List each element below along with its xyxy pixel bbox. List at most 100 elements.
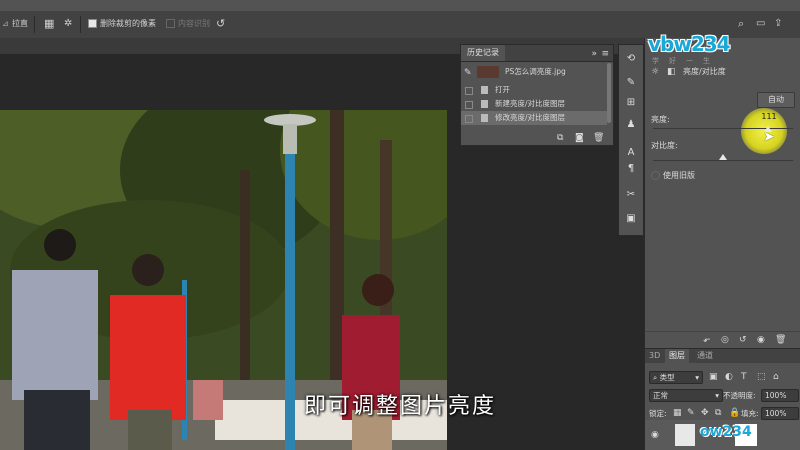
adjustments-icon[interactable]: ⊞ — [625, 97, 637, 109]
tab-3d[interactable]: 3D — [649, 349, 660, 363]
properties-title: 亮度/对比度 — [683, 67, 726, 76]
adjustment-layer-thumbnail — [675, 424, 695, 446]
lock-all-icon[interactable]: 🔒 — [729, 408, 740, 418]
history-source-box — [465, 101, 473, 109]
mask-icon[interactable]: ◧ — [667, 67, 676, 77]
filter-pixel-icon[interactable]: ▣ — [709, 372, 718, 382]
delete-cropped-checkbox[interactable]: 删除裁剪的像素 — [88, 17, 156, 31]
paragraph-icon[interactable]: ¶ — [625, 163, 637, 175]
new-document-from-state-icon[interactable]: ⧉ — [557, 133, 563, 143]
history-item[interactable]: 新建亮度/对比度图层 — [461, 97, 607, 111]
history-scrollbar[interactable] — [607, 63, 611, 123]
panel-tool-strip: ⟲ ✎ ⊞ ♟ A ¶ ✂ ▣ — [618, 44, 644, 236]
document-icon — [481, 86, 488, 94]
visibility-eye-icon[interactable]: ◉ — [651, 430, 659, 440]
trash-icon[interactable]: 🗑 — [593, 133, 604, 143]
trash-icon[interactable]: 🗑 — [775, 335, 786, 345]
contrast-slider-track[interactable] — [653, 160, 793, 161]
content-aware-checkbox[interactable]: 内容识别 — [166, 17, 210, 31]
properties-header: ☼ ◧ 亮度/对比度 — [645, 64, 800, 80]
delete-cropped-label: 删除裁剪的像素 — [100, 19, 156, 28]
checkbox-unchecked-icon — [166, 19, 175, 28]
history-panel-header: 历史记录 » ≡ — [461, 45, 613, 62]
opacity-input[interactable]: 100% — [761, 389, 799, 402]
tab-layers[interactable]: 图层 — [665, 349, 689, 363]
blend-mode-value: 正常 — [653, 391, 668, 400]
share-icon[interactable]: ⇪ — [774, 17, 782, 31]
blend-mode-select[interactable]: 正常 ▾ — [649, 389, 723, 402]
history-item-label: 新建亮度/对比度图层 — [495, 99, 566, 108]
document-icon — [481, 114, 488, 122]
lock-label: 锁定: — [649, 409, 667, 418]
straighten-button[interactable]: 拉直 — [12, 17, 28, 31]
reset-adjustment-icon[interactable]: ↺ — [739, 335, 747, 345]
character-icon[interactable]: A — [625, 147, 637, 159]
divider — [80, 16, 81, 33]
watermark-subtitle: 学好一生 — [652, 57, 720, 65]
workspace-icon[interactable]: ▭ — [756, 17, 765, 31]
history-panel-footer: ⧉ ◙ 🗑 — [461, 131, 611, 145]
history-source-box — [465, 87, 473, 95]
filter-adjustment-icon[interactable]: ◐ — [725, 372, 733, 382]
watermark-logo: vbw234 — [648, 32, 731, 56]
use-legacy-checkbox[interactable]: 使用旧版 — [651, 170, 695, 181]
tab-channels[interactable]: 通道 — [697, 349, 713, 363]
layer-filter-value: 类型 — [659, 373, 675, 382]
history-item-label: 修改亮度/对比度图层 — [495, 113, 566, 122]
properties-footer: ⬐ ◎ ↺ ◉ 🗑 — [645, 331, 800, 348]
filter-type-icon[interactable]: T — [741, 372, 747, 382]
brush-icon[interactable]: ✎ — [625, 77, 637, 89]
clip-to-layer-icon[interactable]: ⬐ — [703, 335, 711, 345]
history-panel-tab[interactable]: 历史记录 — [461, 45, 505, 61]
gear-icon[interactable]: ✲ — [64, 17, 72, 31]
chevron-down-icon: ▾ — [695, 373, 699, 382]
search-icon: ⌕ — [653, 373, 660, 382]
brightness-value[interactable]: 111 — [757, 112, 781, 121]
snapshot-thumbnail — [477, 66, 499, 78]
history-item[interactable]: 打开 — [461, 83, 607, 97]
reset-icon[interactable]: ↺ — [216, 17, 225, 31]
straighten-icon[interactable]: ⊿ — [2, 17, 9, 31]
opacity-value: 100% — [765, 391, 787, 400]
properties-and-layers-column: ☼ ◧ 亮度/对比度 自动 亮度: 111 ➤ 对比度: 使用旧版 ⬐ ◎ ↺ … — [644, 38, 800, 450]
use-legacy-label: 使用旧版 — [663, 171, 695, 180]
history-panel-icon[interactable]: ⟲ — [625, 53, 637, 65]
tool-presets-icon[interactable]: ✂ — [625, 189, 637, 201]
lock-transparent-icon[interactable]: ▦ — [673, 408, 682, 418]
camera-icon[interactable]: ◙ — [575, 133, 584, 143]
history-panel: 历史记录 » ≡ ✎ PS怎么调亮度.jpg 打开 新建亮度/对比度图层 修改亮… — [460, 44, 614, 146]
brush-source-icon: ✎ — [464, 68, 472, 78]
checkbox-unchecked-icon — [651, 171, 660, 180]
content-aware-label: 内容识别 — [178, 19, 210, 28]
fill-input[interactable]: 100% — [761, 407, 799, 420]
fill-label: 填充: — [741, 409, 759, 418]
visibility-eye-icon[interactable]: ◉ — [757, 335, 765, 345]
mouse-cursor-icon: ➤ — [763, 129, 775, 145]
grid-overlay-icon[interactable]: ▦ — [44, 17, 54, 31]
lock-image-icon[interactable]: ✎ — [687, 408, 695, 418]
contrast-slider-thumb[interactable] — [719, 154, 727, 160]
panel-menu-icon[interactable]: ≡ — [601, 49, 609, 59]
history-source-box — [465, 115, 473, 123]
menu-bar — [0, 0, 800, 11]
filter-shape-icon[interactable]: ⬚ — [757, 372, 766, 382]
document-icon — [481, 100, 488, 108]
lock-position-icon[interactable]: ✥ — [701, 408, 709, 418]
lock-artboard-icon[interactable]: ⧉ — [715, 408, 721, 418]
history-item-selected[interactable]: 修改亮度/对比度图层 — [461, 111, 607, 125]
layer-filter-select[interactable]: ⌕ 类型 ▾ — [649, 371, 703, 384]
opacity-label: 不透明度: — [723, 391, 756, 400]
filter-smart-object-icon[interactable]: ⌂ — [773, 372, 779, 382]
fill-value: 100% — [765, 409, 787, 418]
search-icon[interactable]: ⌕ — [738, 17, 744, 31]
layer-comps-icon[interactable]: ▣ — [625, 213, 637, 225]
collapse-icon[interactable]: » — [591, 49, 597, 59]
chevron-down-icon: ▾ — [715, 391, 719, 400]
auto-button[interactable]: 自动 — [757, 92, 795, 108]
view-previous-state-icon[interactable]: ◎ — [721, 335, 729, 345]
watermark-logo-text: vbw234 — [648, 32, 731, 56]
clone-source-icon[interactable]: ♟ — [625, 119, 637, 131]
history-snapshot[interactable]: ✎ PS怎么调亮度.jpg — [461, 63, 607, 81]
brightness-label: 亮度: — [651, 115, 670, 124]
layers-panel-tabs: 3D 图层 通道 — [645, 348, 800, 363]
